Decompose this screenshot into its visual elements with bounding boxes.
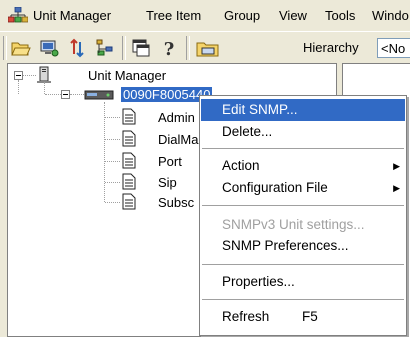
tree-transfer-icon[interactable]	[94, 37, 116, 59]
menu-item-refresh[interactable]: Refresh F5	[201, 306, 405, 328]
connect-unit-icon[interactable]	[38, 37, 60, 59]
toolbar-separator	[186, 36, 190, 60]
hierarchy-select[interactable]: <No	[377, 38, 410, 58]
menu-item-label: Refresh	[222, 309, 270, 324]
submenu-arrow-icon: ▶	[393, 183, 400, 193]
window-icon[interactable]	[130, 37, 152, 59]
menu-item-edit-snmp[interactable]: Edit SNMP...	[201, 99, 405, 121]
help-icon[interactable]: ?	[158, 37, 180, 59]
sync-arrows-icon[interactable]	[66, 37, 88, 59]
menu-view[interactable]: View	[279, 8, 307, 23]
document-icon	[122, 173, 136, 190]
tree-child-label[interactable]: Sip	[158, 175, 177, 190]
submenu-arrow-icon: ▶	[393, 161, 400, 171]
toolbar: ? Hierarchy	[0, 31, 410, 64]
document-icon	[122, 130, 136, 147]
menu-item-label: Properties...	[222, 274, 295, 289]
menu-tree-item[interactable]: Tree Item	[146, 8, 201, 23]
menu-separator	[202, 205, 404, 206]
menu-item-label: Edit SNMP...	[222, 102, 298, 117]
menu-item-label: SNMP Preferences...	[222, 238, 349, 253]
context-menu: Edit SNMP... Delete... Action ▶ Configur…	[199, 95, 407, 336]
menu-separator	[202, 299, 404, 300]
open-folder-icon[interactable]	[10, 37, 32, 59]
tree-connector	[45, 94, 61, 95]
menu-item-label: Action	[222, 158, 260, 173]
menu-tools[interactable]: Tools	[325, 8, 355, 23]
document-icon	[122, 108, 136, 125]
document-icon	[122, 193, 136, 210]
menu-item-properties[interactable]: Properties...	[201, 271, 405, 293]
hierarchy-label: Hierarchy	[303, 40, 359, 55]
menu-item-label: Configuration File	[222, 180, 328, 195]
menu-group[interactable]: Group	[224, 8, 260, 23]
root-collapse-toggle[interactable]	[14, 71, 23, 80]
menu-item-snmpv3-unit-settings: SNMPv3 Unit settings...	[201, 214, 405, 236]
menu-item-snmp-preferences[interactable]: SNMP Preferences...	[201, 235, 405, 257]
tree-connector	[105, 117, 120, 118]
menu-item-action[interactable]: Action ▶	[201, 155, 405, 177]
unit-device-icon	[84, 90, 114, 100]
tree-connector	[44, 82, 45, 94]
unit-manager-app-icon[interactable]	[8, 7, 28, 23]
tree-child-label[interactable]: Admin	[158, 110, 195, 125]
tree-child-label[interactable]: Port	[158, 154, 182, 169]
menu-bar: Unit Manager Tree Item Group View Tools …	[0, 0, 410, 30]
menu-item-configuration-file[interactable]: Configuration File ▶	[201, 177, 405, 199]
tree-connector	[70, 94, 84, 95]
tree-root-label[interactable]: Unit Manager	[88, 68, 166, 83]
tree-child-label[interactable]: DialMa	[158, 132, 198, 147]
tree-connector	[18, 80, 19, 94]
tree-connector	[23, 75, 36, 76]
tree-connector	[105, 139, 120, 140]
tree-connector	[105, 202, 120, 203]
toolbar-separator	[122, 36, 126, 60]
tree-connector	[105, 182, 120, 183]
hierarchy-folder-icon[interactable]	[194, 37, 222, 59]
tree-child-label[interactable]: Subsc	[158, 195, 194, 210]
menu-unit-manager[interactable]: Unit Manager	[33, 8, 111, 23]
toolbar-grip	[3, 36, 7, 60]
menu-item-label: Delete...	[222, 124, 273, 139]
unit-collapse-toggle[interactable]	[61, 90, 70, 99]
menu-item-shortcut: F5	[302, 309, 318, 324]
menu-window[interactable]: Windo	[372, 8, 409, 23]
menu-item-label: SNMPv3 Unit settings...	[222, 217, 365, 232]
svg-text:?: ?	[164, 39, 175, 59]
menu-separator	[202, 148, 404, 149]
menu-item-delete[interactable]: Delete...	[201, 121, 405, 143]
document-icon	[122, 152, 136, 169]
menu-separator	[202, 264, 404, 265]
tree-connector	[105, 161, 120, 162]
